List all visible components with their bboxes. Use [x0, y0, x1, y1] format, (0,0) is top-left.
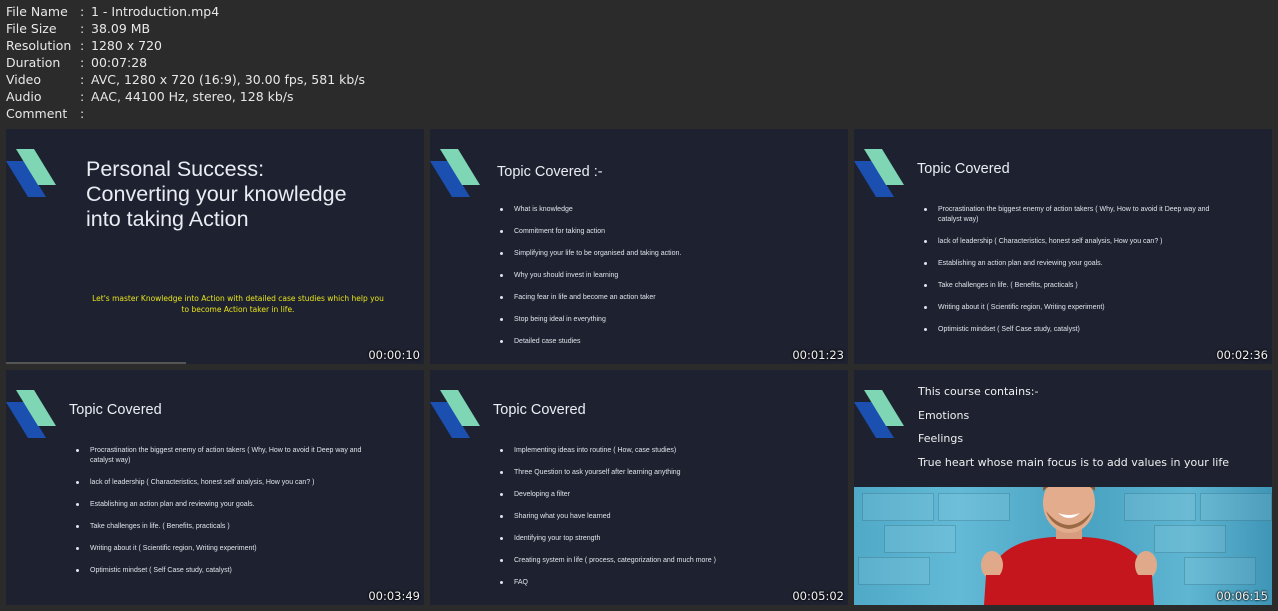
- info-row: Audio: AAC, 44100 Hz, stereo, 128 kb/s: [6, 88, 365, 105]
- timestamp: 00:03:49: [368, 589, 420, 603]
- info-value: 38.09 MB: [91, 21, 151, 36]
- info-separator: :: [80, 21, 85, 36]
- info-label: Video: [6, 72, 42, 87]
- info-label: Audio: [6, 89, 42, 104]
- list-item: Take challenges in life. ( Benefits, pra…: [76, 522, 381, 532]
- slide-logo-icon: [6, 149, 56, 197]
- info-label: File Size: [6, 21, 57, 36]
- timestamp: 00:01:23: [792, 348, 844, 362]
- title-line: into taking Action: [86, 207, 249, 231]
- content-line: Feelings: [918, 432, 964, 445]
- topic-list: What is knowledge Commitment for taking …: [500, 205, 830, 359]
- thumbnail-3[interactable]: Topic Covered Procrastination the bigges…: [854, 129, 1272, 364]
- info-value: AVC, 1280 x 720 (16:9), 30.00 fps, 581 k…: [91, 72, 366, 87]
- slide-logo-icon: [430, 149, 480, 197]
- info-separator: :: [80, 55, 85, 70]
- info-label: File Name: [6, 4, 68, 19]
- info-row: Duration:00:07:28: [6, 54, 365, 71]
- thumbnail-2[interactable]: Topic Covered :- What is knowledge Commi…: [430, 129, 848, 364]
- info-separator: :: [80, 106, 85, 121]
- content-line: Emotions: [918, 408, 970, 422]
- timestamp: 00:00:10: [368, 348, 420, 362]
- topic-list: Procrastination the biggest enemy of act…: [924, 205, 1229, 347]
- info-separator: :: [80, 4, 85, 19]
- info-row: Comment:: [6, 105, 365, 122]
- list-item: Developing a filter: [500, 490, 830, 500]
- slide-logo-icon: [430, 390, 480, 438]
- list-item: FAQ: [500, 578, 830, 588]
- topic-list: Procrastination the biggest enemy of act…: [76, 446, 381, 588]
- title-line: Converting your knowledge: [86, 182, 347, 206]
- slide-title: Topic Covered: [493, 402, 586, 418]
- list-item: Take challenges in life. ( Benefits, pra…: [924, 281, 1229, 291]
- info-value: AAC, 44100 Hz, stereo, 128 kb/s: [91, 89, 294, 104]
- list-item: What is knowledge: [500, 205, 830, 215]
- list-item: Detailed case studies: [500, 337, 830, 347]
- thumbnail-5[interactable]: Topic Covered Implementing ideas into ro…: [430, 370, 848, 605]
- slide-title: Topic Covered :-: [497, 164, 603, 180]
- slide-logo-icon: [854, 390, 904, 438]
- list-item: lack of leadership ( Characteristics, ho…: [924, 237, 1229, 247]
- smiling-man-photo: [854, 487, 1272, 605]
- info-row: File Size:38.09 MB: [6, 20, 365, 37]
- progress-bar: [6, 362, 186, 364]
- info-label: Resolution: [6, 38, 72, 53]
- list-item: Sharing what you have learned: [500, 512, 830, 522]
- info-label: Comment: [6, 106, 68, 121]
- person-figure-icon: [981, 487, 1157, 605]
- thumbnail-4[interactable]: Topic Covered Procrastination the bigges…: [6, 370, 424, 605]
- info-label: Duration: [6, 55, 61, 70]
- info-separator: :: [80, 89, 85, 104]
- slide-logo-icon: [6, 390, 56, 438]
- timestamp: 00:05:02: [792, 589, 844, 603]
- title-line: Personal Success:: [86, 157, 265, 181]
- slide-title: Topic Covered: [69, 402, 162, 418]
- info-row: Video: AVC, 1280 x 720 (16:9), 30.00 fps,…: [6, 71, 365, 88]
- info-value: 1280 x 720: [91, 38, 163, 53]
- list-item: Implementing ideas into routine ( How, c…: [500, 446, 830, 456]
- list-item: Why you should invest in learning: [500, 271, 830, 281]
- list-item: Commitment for taking action: [500, 227, 830, 237]
- content-line: True heart whose main focus is to add va…: [918, 455, 1230, 469]
- info-separator: :: [80, 38, 85, 53]
- list-item: lack of leadership ( Characteristics, ho…: [76, 478, 381, 488]
- content-line: This course contains:-: [918, 385, 1039, 398]
- info-separator: :: [80, 72, 85, 87]
- list-item: Establishing an action plan and reviewin…: [76, 500, 381, 510]
- info-value: 00:07:28: [91, 55, 148, 70]
- info-row: Resolution:1280 x 720: [6, 37, 365, 54]
- list-item: Creating system in life ( process, categ…: [500, 556, 830, 566]
- slide-tagline: Let's master Knowledge into Action with …: [92, 294, 384, 314]
- info-value: 1 - Introduction.mp4: [91, 4, 220, 19]
- list-item: Optimistic mindset ( Self Case study, ca…: [76, 566, 381, 576]
- topic-list: Implementing ideas into routine ( How, c…: [500, 446, 830, 600]
- list-item: Facing fear in life and become an action…: [500, 293, 830, 303]
- list-item: Three Question to ask yourself after lea…: [500, 468, 830, 478]
- slide-title: Topic Covered: [917, 161, 1010, 177]
- list-item: Establishing an action plan and reviewin…: [924, 259, 1229, 269]
- slide-logo-icon: [854, 149, 904, 197]
- slide-title: Personal Success: Converting your knowle…: [86, 157, 406, 232]
- course-contents: This course contains:- Emotions Feelings…: [918, 384, 1229, 478]
- list-item: Stop being ideal in everything: [500, 315, 830, 325]
- timestamp: 00:02:36: [1216, 348, 1268, 362]
- thumbnail-1[interactable]: Personal Success: Converting your knowle…: [6, 129, 424, 364]
- list-item: Procrastination the biggest enemy of act…: [76, 446, 381, 466]
- list-item: Identifying your top strength: [500, 534, 830, 544]
- thumbnail-6[interactable]: This course contains:- Emotions Feelings…: [854, 370, 1272, 605]
- timestamp: 00:06:15: [1216, 589, 1268, 603]
- list-item: Optimistic mindset ( Self Case study, ca…: [924, 325, 1229, 335]
- list-item: Writing about it ( Scientific region, Wr…: [924, 303, 1229, 313]
- file-info-panel: File Name:1 - Introduction.mp4 File Size:…: [6, 3, 365, 122]
- info-row: File Name:1 - Introduction.mp4: [6, 3, 365, 20]
- list-item: Procrastination the biggest enemy of act…: [924, 205, 1229, 225]
- list-item: Simplifying your life to be organised an…: [500, 249, 830, 259]
- list-item: Writing about it ( Scientific region, Wr…: [76, 544, 381, 554]
